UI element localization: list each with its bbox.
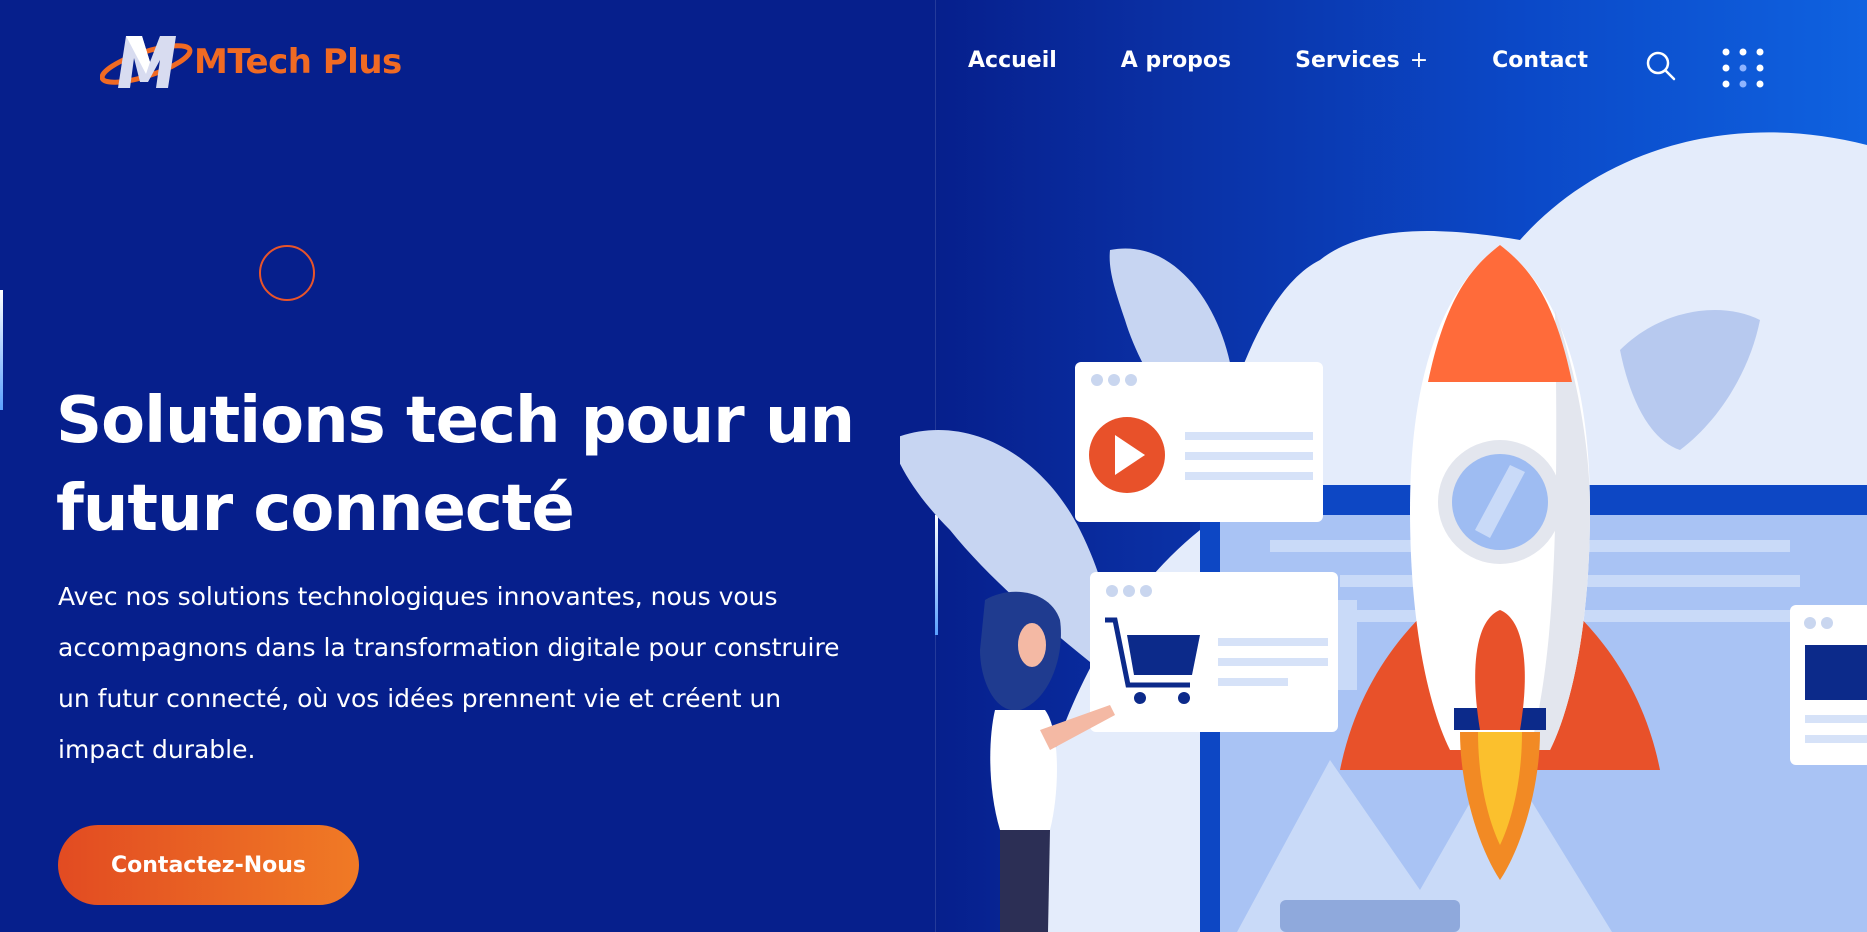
video-card-illustration xyxy=(1075,362,1323,522)
decorative-ring xyxy=(259,245,315,301)
main-nav: Accueil A propos Services + Contact xyxy=(968,48,1652,73)
side-card-illustration xyxy=(1790,605,1867,765)
grid-menu-icon[interactable] xyxy=(1720,48,1766,88)
hero-title: Solutions tech pour un futur connecté xyxy=(56,377,876,553)
page: MTech Plus Accueil A propos Services + Co… xyxy=(0,0,1867,932)
nav-services-label: Services xyxy=(1295,48,1400,73)
left-accent-bar xyxy=(0,290,3,410)
logo-text: MTech Plus xyxy=(194,42,402,82)
hero-title-line1: Solutions tech pour un xyxy=(56,384,855,458)
logo[interactable]: MTech Plus xyxy=(100,30,402,94)
nav-a-propos-label: A propos xyxy=(1120,48,1232,73)
nav-contact[interactable]: Contact xyxy=(1492,48,1588,73)
nav-services[interactable]: Services + xyxy=(1295,48,1428,73)
nav-contact-label: Contact xyxy=(1492,48,1588,73)
nav-accueil-label: Accueil xyxy=(968,48,1057,73)
hero-illustration xyxy=(900,132,1867,932)
hero-description: Avec nos solutions technologiques innova… xyxy=(58,582,840,764)
nav-a-propos[interactable]: A propos xyxy=(1121,48,1231,73)
plus-icon: + xyxy=(1409,48,1429,73)
hero-title-line2: futur connecté xyxy=(56,472,575,546)
cart-card-illustration xyxy=(1090,572,1338,732)
search-icon[interactable] xyxy=(1645,50,1677,82)
logo-mark-icon xyxy=(100,36,193,88)
nav-accueil[interactable]: Accueil xyxy=(968,48,1057,73)
contact-button[interactable]: Contactez-Nous xyxy=(58,825,359,905)
